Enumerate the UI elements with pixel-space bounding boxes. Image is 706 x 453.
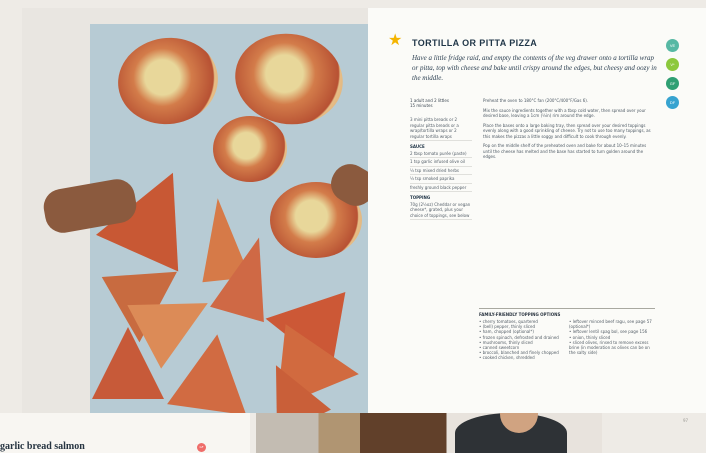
recipe-intro: Have a little fridge raid, and empty the… xyxy=(412,54,657,82)
pizza-1 xyxy=(112,31,224,131)
topping-option: leftover minced beef ragu, see page 57 (… xyxy=(569,319,654,329)
page-number: 97 xyxy=(683,418,689,423)
pizza-slice-6 xyxy=(92,327,164,399)
pizza-photo xyxy=(40,24,368,413)
method-step: Preheat the oven to 180°C fan (200°C/400… xyxy=(483,98,589,103)
sauce-item: 1 tsp garlic infused olive oil xyxy=(410,159,472,167)
serves-time-block: 1 adult and 2 littles 15 minutes xyxy=(410,98,473,108)
topping-options-title: FAMILY-FRIENDLY TOPPING OPTIONS xyxy=(479,312,561,317)
pizza-3 xyxy=(213,116,287,182)
topping-heading: TOPPING xyxy=(410,195,431,200)
topping-options-right: leftover minced beef ragu, see page 57 (… xyxy=(569,319,654,361)
method-step: Mix the sauce ingredients together with … xyxy=(483,107,646,119)
method-step: Place the bases onto a large baking tray… xyxy=(483,122,651,139)
method-step: Pop on the middle shelf of the preheated… xyxy=(483,143,647,159)
topping-options-columns: cherry tomatoes, quartered (bell) pepper… xyxy=(479,319,655,361)
badge-ve: VE xyxy=(666,39,679,52)
topping-option: leftover lentil spag bol, see page 156 xyxy=(569,329,654,334)
ingredient-list: 3 mini pitta breads or 2 regular pitta b… xyxy=(410,117,472,221)
next-recipe-title: garlic bread salmon xyxy=(0,441,85,452)
diet-badges: VE V* GF DF xyxy=(666,39,680,115)
badge-df: DF xyxy=(666,96,679,109)
topping-option: sliced olives, rinsed to remove excess b… xyxy=(569,340,654,356)
recipe-title: TORTILLA OR PITTA PIZZA xyxy=(412,38,538,48)
sauce-item: ¼ tsp smoked paprika xyxy=(410,176,472,184)
topping-options-box: FAMILY-FRIENDLY TOPPING OPTIONS cherry t… xyxy=(479,308,655,392)
sauce-item: freshly ground black pepper xyxy=(410,185,472,192)
base-ingredient: 3 mini pitta breads or 2 regular pitta b… xyxy=(410,117,472,141)
next-recipe-badge: GF xyxy=(197,443,206,452)
time-text: 15 minutes xyxy=(410,103,433,108)
sauce-item: 2 tbsp tomato purée (paste) xyxy=(410,151,472,158)
topping-option: cooked chicken, shredded xyxy=(479,355,564,360)
topping-ingredient: 70g (2½oz) Cheddar or vegan cheese*, gra… xyxy=(410,202,472,220)
method-steps: Preheat the oven to 180°C fan (200°C/400… xyxy=(483,98,651,164)
topping-options-left: cherry tomatoes, quartered (bell) pepper… xyxy=(479,319,564,361)
sauce-heading: SAUCE xyxy=(410,144,425,149)
badge-v: V* xyxy=(666,58,679,71)
photo-page xyxy=(22,8,368,413)
sauce-item: ¼ tsp mixed dried herbs xyxy=(410,168,472,175)
badge-gf: GF xyxy=(666,77,679,90)
pizza-slice-7 xyxy=(167,328,257,413)
star-icon: ★ xyxy=(388,30,403,49)
